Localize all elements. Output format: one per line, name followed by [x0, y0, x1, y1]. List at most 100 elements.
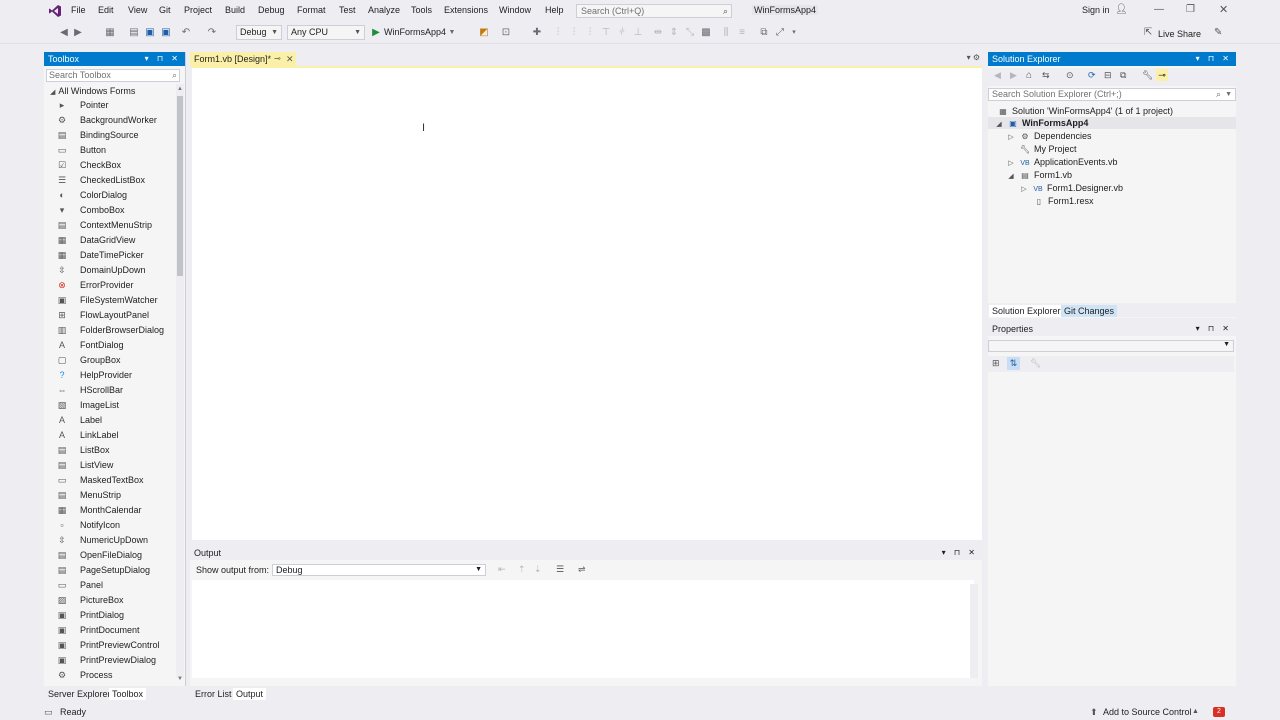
- form-designer-surface[interactable]: I: [192, 66, 982, 540]
- toolbox-item-openfiledialog[interactable]: ▤ OpenFileDialog: [56, 548, 142, 562]
- toolbox-item-colordialog[interactable]: ◐ ColorDialog: [56, 188, 127, 202]
- start-debugging-icon[interactable]: ▶: [370, 27, 382, 39]
- align-lefts-icon[interactable]: ⫶: [552, 27, 564, 39]
- tab-toolbox[interactable]: Toolbox: [109, 688, 147, 700]
- toolbox-item-contextmenustrip[interactable]: ▤ ContextMenuStrip: [56, 218, 152, 232]
- menu-project[interactable]: Project: [184, 5, 212, 15]
- restore-icon[interactable]: ❐: [1186, 4, 1195, 15]
- tab-error-list[interactable]: Error List: [192, 688, 235, 700]
- prev-message-icon[interactable]: ⇡: [518, 564, 526, 575]
- align-rights-icon[interactable]: ⫶: [584, 27, 596, 39]
- alphabetical-icon[interactable]: ⇅: [1007, 357, 1020, 370]
- toolbox-scroll-thumb[interactable]: [177, 96, 183, 276]
- toolbox-item-flowlayoutpanel[interactable]: ⊞ FlowLayoutPanel: [56, 308, 149, 322]
- toolbox-item-panel[interactable]: ▭ Panel: [56, 578, 103, 592]
- output-window-icons[interactable]: ▾ ⊓ ✕: [942, 546, 978, 560]
- scroll-up-icon[interactable]: ▲: [177, 86, 183, 92]
- align-tops-icon[interactable]: ⊤: [600, 27, 612, 39]
- tab-git-changes[interactable]: Git Changes: [1061, 305, 1118, 317]
- find-message-icon[interactable]: ⇤: [498, 564, 506, 575]
- close-icon[interactable]: ✕: [286, 52, 294, 66]
- toolbox-item-pagesetupdialog[interactable]: ▤ PageSetupDialog: [56, 563, 150, 577]
- menu-help[interactable]: Help: [545, 5, 564, 15]
- toolbox-item-groupbox[interactable]: ▢ GroupBox: [56, 353, 121, 367]
- live-share-button[interactable]: Live Share: [1158, 29, 1201, 39]
- toolbox-item-monthcalendar[interactable]: ▦ MonthCalendar: [56, 503, 142, 517]
- toolbox-item-notifyicon[interactable]: ▫ NotifyIcon: [56, 518, 120, 532]
- bring-to-front-icon[interactable]: ⧉: [758, 27, 770, 39]
- properties-window-icons[interactable]: ▾ ⊓ ✕: [1196, 322, 1232, 336]
- toolbox-item-datagridview[interactable]: ▦ DataGridView: [56, 233, 136, 247]
- toolbox-item-domainupdown[interactable]: ⇳ DomainUpDown: [56, 263, 145, 277]
- pin-icon[interactable]: ⊸: [274, 52, 281, 66]
- platform-combo[interactable]: Any CPU ▼: [287, 25, 365, 40]
- tab-server-explorer[interactable]: Server Explorer: [45, 688, 114, 700]
- align-middles-icon[interactable]: ⫩: [616, 27, 628, 39]
- toolbox-item-combobox[interactable]: ▾ ComboBox: [56, 203, 125, 217]
- tree-item-form1[interactable]: ◢ ▤ Form1.vb: [1006, 169, 1072, 183]
- menu-test[interactable]: Test: [339, 5, 356, 15]
- align-bottoms-icon[interactable]: ⊥: [632, 27, 644, 39]
- menu-format[interactable]: Format: [297, 5, 326, 15]
- property-pages-wrench-icon[interactable]: 🔧︎: [1030, 358, 1041, 369]
- menu-git[interactable]: Git: [159, 5, 171, 15]
- back-icon[interactable]: ◀: [994, 70, 1001, 81]
- categorized-icon[interactable]: ⊞: [992, 358, 1000, 369]
- menu-debug[interactable]: Debug: [258, 5, 285, 15]
- browser-link-icon[interactable]: ◩: [478, 27, 490, 39]
- global-search-input[interactable]: Search (Ctrl+Q) ⌕: [576, 4, 732, 18]
- send-to-back-icon[interactable]: ⤢: [774, 27, 786, 39]
- align-grid-icon[interactable]: ✚: [531, 27, 543, 39]
- toolbox-item-numericupdown[interactable]: ⇳ NumericUpDown: [56, 533, 148, 547]
- make-same-size-icon[interactable]: ⤡: [684, 27, 696, 39]
- open-file-icon[interactable]: ▤: [128, 27, 140, 39]
- output-text-area[interactable]: [192, 580, 974, 678]
- solution-config-combo[interactable]: Debug ▼: [236, 25, 282, 40]
- preview-selected-items-icon[interactable]: ⊸: [1156, 69, 1168, 81]
- toolbox-group-header[interactable]: ◢ All Windows Forms: [50, 85, 135, 99]
- output-scrollbar[interactable]: [970, 584, 978, 678]
- toolbox-item-imagelist[interactable]: ▧ ImageList: [56, 398, 119, 412]
- toolbox-item-folderbrowserdialog[interactable]: ▥ FolderBrowserDialog: [56, 323, 164, 337]
- tree-item-form1-resx[interactable]: ▯ Form1.resx: [1034, 195, 1094, 208]
- output-source-combo[interactable]: Debug ▼: [272, 564, 486, 576]
- add-to-source-control-button[interactable]: Add to Source Control: [1103, 704, 1192, 720]
- menu-file[interactable]: File: [71, 5, 86, 15]
- new-project-icon[interactable]: ▦: [104, 27, 116, 39]
- properties-object-combo[interactable]: ▼: [988, 340, 1234, 352]
- horizontal-spacing-icon[interactable]: ⫼: [720, 27, 732, 39]
- undo-icon[interactable]: ↶: [180, 27, 192, 39]
- toolbox-item-bindingsource[interactable]: ▤ BindingSource: [56, 128, 139, 142]
- make-same-width-icon[interactable]: ⇹: [652, 27, 664, 39]
- toolbox-item-printpreviewcontrol[interactable]: ▣ PrintPreviewControl: [56, 638, 160, 652]
- switch-views-icon[interactable]: ⇆: [1042, 70, 1050, 81]
- show-all-files-icon[interactable]: ⧉: [1120, 70, 1126, 81]
- clear-all-icon[interactable]: ☰: [556, 564, 564, 575]
- tree-item-form1-designer[interactable]: ▷ VB Form1.Designer.vb: [1019, 182, 1123, 196]
- tree-item-my-project[interactable]: 🔧︎ My Project: [1020, 143, 1077, 156]
- tab-form1-design[interactable]: Form1.vb [Design]* ⊸ ✕: [190, 52, 296, 66]
- menu-view[interactable]: View: [128, 5, 147, 15]
- vs-logo-icon[interactable]: [48, 4, 62, 18]
- menu-edit[interactable]: Edit: [98, 5, 114, 15]
- sign-in-link[interactable]: Sign in: [1082, 5, 1110, 15]
- close-icon[interactable]: ✕: [1219, 3, 1228, 16]
- toolbox-item-maskedtextbox[interactable]: ▭ MaskedTextBox: [56, 473, 144, 487]
- sync-icon[interactable]: ⟳: [1088, 70, 1096, 81]
- notifications-bell-icon[interactable]: 2: [1213, 707, 1225, 717]
- toolbox-item-printdialog[interactable]: ▣ PrintDialog: [56, 608, 124, 622]
- next-message-icon[interactable]: ⇣: [534, 564, 542, 575]
- toolbox-item-errorprovider[interactable]: ⊗ ErrorProvider: [56, 278, 133, 292]
- tab-dropdown-icon[interactable]: ▾ ⚙: [967, 53, 980, 62]
- toolbox-search-input[interactable]: Search Toolbox ⌕: [46, 69, 180, 82]
- toolbox-item-linklabel[interactable]: A LinkLabel: [56, 428, 119, 442]
- tab-output[interactable]: Output: [233, 688, 267, 700]
- toolbox-item-picturebox[interactable]: ▨ PictureBox: [56, 593, 124, 607]
- redo-icon[interactable]: ↷: [206, 27, 218, 39]
- run-target-label[interactable]: WinFormsApp4: [384, 27, 446, 37]
- align-centers-icon[interactable]: ⫶: [568, 27, 580, 39]
- back-icon[interactable]: ◀: [58, 27, 70, 39]
- menu-analyze[interactable]: Analyze: [368, 5, 400, 15]
- minimize-icon[interactable]: —: [1154, 4, 1164, 15]
- toolbox-item-label[interactable]: A Label: [56, 413, 102, 427]
